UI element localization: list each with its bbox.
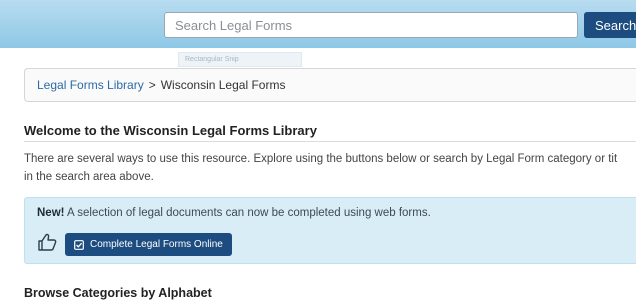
browse-categories-heading: Browse Categories by Alphabet xyxy=(24,286,212,300)
complete-legal-forms-online-label: Complete Legal Forms Online xyxy=(90,239,223,250)
check-square-icon xyxy=(74,239,84,250)
notice-text: New! A selection of legal documents can … xyxy=(37,207,431,219)
page-title: Welcome to the Wisconsin Legal Forms Lib… xyxy=(24,123,317,138)
breadcrumb: Legal Forms Library > Wisconsin Legal Fo… xyxy=(24,68,636,102)
intro-line-1: There are several ways to use this resou… xyxy=(24,153,618,165)
search-input[interactable] xyxy=(164,12,578,38)
breadcrumb-separator: > xyxy=(148,78,156,92)
intro-line-2: in the search area above. xyxy=(24,171,154,183)
new-badge: New! xyxy=(37,207,65,219)
snip-tooltip-label: Rectangular Snip xyxy=(185,56,239,63)
thumbs-up-outline-icon xyxy=(38,233,57,251)
snip-tooltip: Rectangular Snip xyxy=(178,52,302,67)
complete-legal-forms-online-button[interactable]: Complete Legal Forms Online xyxy=(65,233,232,256)
search-button[interactable]: Search xyxy=(584,12,636,38)
breadcrumb-current: Wisconsin Legal Forms xyxy=(160,78,286,92)
intro-text: There are several ways to use this resou… xyxy=(24,150,636,186)
breadcrumb-link-library[interactable]: Legal Forms Library xyxy=(37,78,144,92)
divider xyxy=(24,141,636,142)
web-forms-notice: New! A selection of legal documents can … xyxy=(24,197,636,264)
notice-message: A selection of legal documents can now b… xyxy=(64,207,431,219)
